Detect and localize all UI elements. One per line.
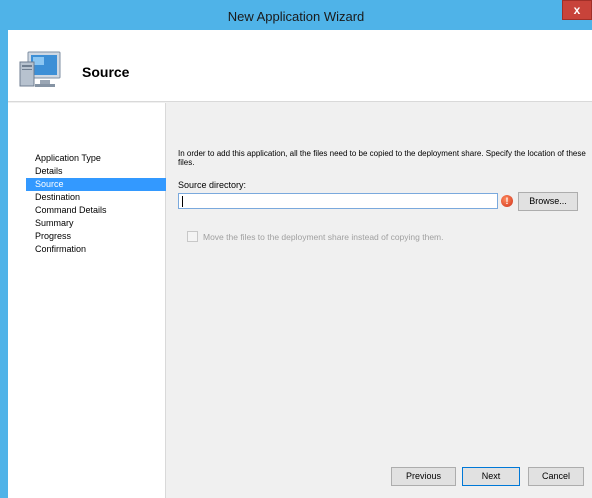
sidebar-item-confirmation[interactable]: Confirmation: [26, 243, 166, 256]
sidebar-item-source[interactable]: Source: [26, 178, 166, 191]
wizard-steps-sidebar: Application Type Details Source Destinat…: [8, 103, 166, 498]
close-button[interactable]: x: [562, 0, 592, 20]
computer-icon: [19, 51, 61, 87]
window-title: New Application Wizard: [227, 9, 365, 24]
next-button[interactable]: Next: [462, 467, 520, 486]
sidebar-item-progress[interactable]: Progress: [26, 230, 166, 243]
steps-list: Application Type Details Source Destinat…: [26, 152, 166, 256]
move-files-checkbox[interactable]: [187, 231, 198, 242]
sidebar-item-application-type[interactable]: Application Type: [26, 152, 166, 165]
page-title: Source: [82, 64, 130, 80]
sidebar-item-details[interactable]: Details: [26, 165, 166, 178]
cancel-button[interactable]: Cancel: [528, 467, 584, 486]
source-directory-label: Source directory:: [178, 180, 247, 190]
text-caret: [182, 196, 183, 207]
wizard-content: In order to add this application, all th…: [166, 103, 592, 498]
previous-button[interactable]: Previous: [391, 467, 456, 486]
source-directory-input[interactable]: [178, 193, 498, 209]
title-bar[interactable]: New Application Wizard x: [0, 0, 592, 30]
sidebar-item-summary[interactable]: Summary: [26, 217, 166, 230]
move-files-label: Move the files to the deployment share i…: [203, 232, 444, 242]
instructions-text: In order to add this application, all th…: [178, 149, 586, 167]
wizard-window: New Application Wizard x Source Applicat…: [0, 0, 592, 498]
browse-button[interactable]: Browse...: [518, 192, 578, 211]
wizard-client-area: Source Application Type Details Source D…: [8, 30, 592, 498]
wizard-header: Source: [8, 30, 592, 102]
error-icon: !: [501, 195, 513, 207]
sidebar-item-command-details[interactable]: Command Details: [26, 204, 166, 217]
sidebar-item-destination[interactable]: Destination: [26, 191, 166, 204]
